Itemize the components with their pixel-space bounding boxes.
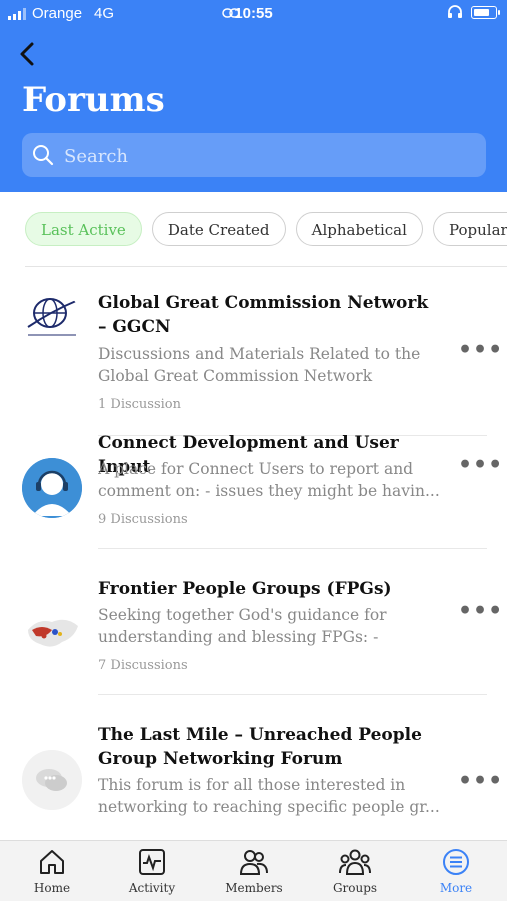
tab-label: Members xyxy=(225,881,283,895)
tab-home[interactable]: Home xyxy=(7,847,97,895)
divider xyxy=(98,694,487,695)
more-icon xyxy=(443,849,469,875)
forum-item-connect-development[interactable]: Connect Development and User Input A pla… xyxy=(0,433,507,582)
forum-description: Seeking together God's guidance for unde… xyxy=(98,606,387,646)
search-bar[interactable] xyxy=(22,133,486,177)
groups-icon xyxy=(339,849,371,875)
page-title: Forums xyxy=(22,80,165,120)
back-arrow-icon[interactable] xyxy=(14,40,42,68)
filter-popularity[interactable]: Popularity xyxy=(433,212,507,246)
world-map-logo-icon xyxy=(22,604,82,664)
filter-date-created[interactable]: Date Created xyxy=(151,212,286,246)
forum-title: Frontier People Groups (FPGs) xyxy=(98,579,392,599)
tab-label: More xyxy=(439,881,473,895)
status-time: 10:55 xyxy=(234,5,273,22)
bottom-tab-bar: Home Activity Members Groups More xyxy=(0,840,507,901)
more-options-icon[interactable]: ••• xyxy=(458,598,503,624)
tab-activity[interactable]: Activity xyxy=(107,847,197,895)
discussion-count: 1 Discussion xyxy=(98,397,182,412)
search-icon xyxy=(33,145,54,166)
forum-item-frontier-people-groups[interactable]: Frontier People Groups (FPGs) Seeking to… xyxy=(0,579,507,728)
members-icon xyxy=(239,850,268,875)
sort-filter-bar: Last Active Date Created Alphabetical Po… xyxy=(25,212,507,248)
more-options-icon[interactable]: ••• xyxy=(458,768,503,794)
forum-description: Discussions and Materials Related to the… xyxy=(98,345,421,385)
tab-members[interactable]: Members xyxy=(209,847,299,895)
battery-icon xyxy=(471,5,500,19)
filter-alphabetical[interactable]: Alphabetical xyxy=(295,212,423,246)
tab-label: Home xyxy=(33,881,71,895)
more-options-icon[interactable]: ••• xyxy=(458,337,503,363)
tab-label: Groups xyxy=(332,881,378,895)
forum-description: This forum is for all those interested i… xyxy=(98,776,440,816)
discussion-count: 9 Discussions xyxy=(98,512,188,527)
globe-logo-icon xyxy=(22,291,82,351)
headphones-icon xyxy=(448,5,462,18)
divider xyxy=(98,548,487,549)
forum-item-ggcn[interactable]: Global Great Commission Network – GGCN D… xyxy=(0,267,507,436)
home-icon xyxy=(40,850,64,874)
activity-icon xyxy=(139,849,165,875)
header: Forums xyxy=(0,28,507,192)
forum-list: Global Great Commission Network – GGCN D… xyxy=(0,267,507,840)
support-agent-avatar-icon xyxy=(22,458,82,518)
search-input[interactable] xyxy=(62,141,466,171)
forum-item-last-mile[interactable]: The Last Mile – Unreached People Group N… xyxy=(0,725,507,840)
status-bar: Orange 4G 10:55 xyxy=(0,0,507,28)
tab-label: Activity xyxy=(128,881,176,895)
filter-last-active[interactable]: Last Active xyxy=(25,212,142,246)
chat-bubbles-avatar-icon xyxy=(22,750,82,810)
more-options-icon[interactable]: ••• xyxy=(458,452,503,478)
forum-description: A place for Connect Users to report and … xyxy=(98,460,440,500)
tab-more[interactable]: More xyxy=(411,847,501,895)
discussion-count: 7 Discussions xyxy=(98,658,188,673)
forum-title: The Last Mile – Unreached People Group N… xyxy=(98,725,422,769)
tab-groups[interactable]: Groups xyxy=(310,847,400,895)
forum-title: Global Great Commission Network – GGCN xyxy=(98,293,429,337)
